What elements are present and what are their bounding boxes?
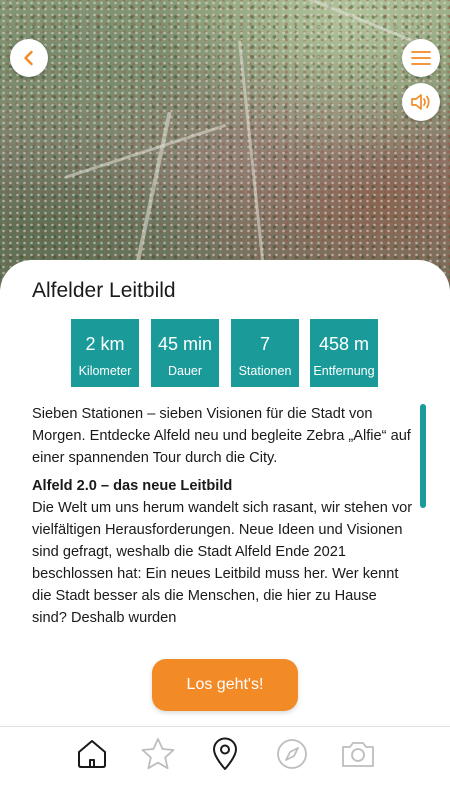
nav-explore[interactable] xyxy=(274,736,310,772)
home-icon xyxy=(78,740,106,768)
stat-stationen: 7 Stationen xyxy=(231,319,299,387)
camera-icon xyxy=(342,742,374,767)
stat-kilometer: 2 km Kilometer xyxy=(71,319,139,387)
bottom-navigation xyxy=(0,726,450,800)
stat-value: 45 min xyxy=(157,334,213,354)
hero-texture xyxy=(0,0,450,290)
description-scrollbar[interactable] xyxy=(420,404,426,508)
stat-value: 2 km xyxy=(85,334,125,354)
tour-stats: 2 km Kilometer 45 min Dauer 7 Stationen … xyxy=(71,319,379,387)
nav-favorites[interactable] xyxy=(140,736,176,772)
stat-label: Dauer xyxy=(167,364,203,378)
stat-value: 458 m xyxy=(318,334,370,354)
chevron-left-icon xyxy=(24,50,33,66)
menu-button[interactable] xyxy=(402,39,440,77)
tour-title: Alfelder Leitbild xyxy=(32,279,176,302)
map-pin-icon xyxy=(213,737,237,770)
stat-entfernung: 458 m Entfernung xyxy=(310,319,378,387)
stat-label: Stationen xyxy=(238,364,292,378)
stat-value: 7 xyxy=(259,334,270,354)
star-icon xyxy=(141,738,175,770)
tour-intro-text: Sieben Stationen – sieben Visionen für d… xyxy=(32,406,411,466)
nav-map[interactable] xyxy=(207,736,243,772)
nav-home[interactable] xyxy=(74,736,110,772)
speaker-icon xyxy=(411,94,430,110)
stat-label: Kilometer xyxy=(78,364,132,378)
section-text: Die Welt um uns herum wandelt sich rasan… xyxy=(32,500,413,626)
start-tour-button[interactable]: Los geht's! xyxy=(152,659,298,711)
hamburger-menu-icon xyxy=(411,51,431,65)
tour-description[interactable]: Sieben Stationen – sieben Visionen für d… xyxy=(32,403,414,627)
hero-image xyxy=(0,0,450,290)
back-button[interactable] xyxy=(10,39,48,77)
section-heading: Alfeld 2.0 – das neue Leitbild xyxy=(32,478,233,494)
stat-label: Entfernung xyxy=(313,364,375,378)
sound-button[interactable] xyxy=(402,83,440,121)
stat-dauer: 45 min Dauer xyxy=(151,319,219,387)
nav-camera[interactable] xyxy=(340,736,376,772)
compass-icon xyxy=(277,739,307,769)
